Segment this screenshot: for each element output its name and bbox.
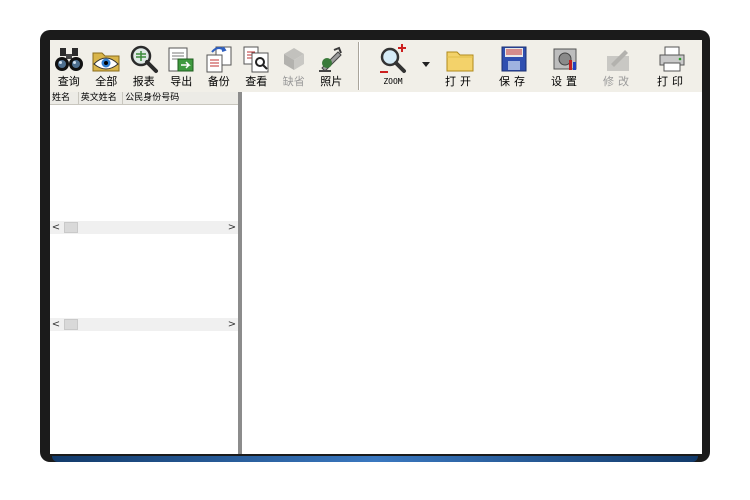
view-label: 查看 xyxy=(245,75,268,88)
default-icon xyxy=(283,48,304,70)
export-label: 导出 xyxy=(170,75,193,88)
settings-button[interactable]: 设置 xyxy=(542,40,590,92)
export-button[interactable]: 导出 xyxy=(163,40,201,92)
scroll-right-arrow[interactable]: > xyxy=(226,318,238,331)
backup-button[interactable]: 备份 xyxy=(200,40,238,92)
photo-button[interactable]: 照片 xyxy=(313,40,351,92)
zoom-label: ZOOM xyxy=(383,77,403,86)
records-panel: 姓名 英文姓名 公民身份号码 < > < > xyxy=(50,92,238,454)
details-horizontal-scrollbar[interactable]: < > xyxy=(50,318,238,331)
zoom-button[interactable]: ZOOM xyxy=(366,40,430,92)
scroll-thumb[interactable] xyxy=(64,222,78,233)
toolbar-group-data: 查询 全部 报表 导出 备份 查看 缺省 照片 xyxy=(50,40,355,92)
column-header-name[interactable]: 姓名 xyxy=(50,92,79,104)
preview-panel xyxy=(242,92,702,454)
zoom-in-icon xyxy=(380,44,406,73)
scroll-thumb[interactable] xyxy=(64,319,78,330)
modify-button[interactable]: 修改 xyxy=(594,40,642,92)
settings-icon xyxy=(553,48,577,70)
open-button[interactable]: 打开 xyxy=(436,40,484,92)
printer-icon xyxy=(659,46,685,72)
scroll-left-arrow[interactable]: < xyxy=(50,318,62,331)
app-window: 查询 全部 报表 导出 备份 查看 缺省 照片 ZOOM 打开 保存 设置 修改… xyxy=(40,30,710,462)
save-icon xyxy=(501,46,527,72)
edit-icon xyxy=(607,50,629,71)
toolbar-group-file: ZOOM 打开 保存 设置 修改 打印 xyxy=(366,40,702,92)
report-button[interactable]: 报表 xyxy=(125,40,163,92)
binoculars-icon xyxy=(54,48,83,71)
settings-label: 设置 xyxy=(551,75,581,88)
default-label: 缺省 xyxy=(282,75,305,88)
export-icon xyxy=(168,47,194,72)
open-label: 打开 xyxy=(445,75,475,88)
save-button[interactable]: 保存 xyxy=(490,40,538,92)
toolbar-separator xyxy=(358,42,359,90)
print-button[interactable]: 打印 xyxy=(648,40,696,92)
backup-icon xyxy=(206,46,232,73)
records-horizontal-scrollbar[interactable]: < > xyxy=(50,221,238,234)
magnifier-report-icon xyxy=(130,45,158,73)
scroll-left-arrow[interactable]: < xyxy=(50,221,62,234)
column-header-english-name[interactable]: 英文姓名 xyxy=(79,92,124,104)
query-button[interactable]: 查询 xyxy=(50,40,88,92)
main-content: 姓名 英文姓名 公民身份号码 < > < > xyxy=(50,92,702,454)
default-button[interactable]: 缺省 xyxy=(275,40,313,92)
zoom-dropdown-arrow[interactable] xyxy=(422,62,430,67)
print-label: 打印 xyxy=(657,75,687,88)
column-header-id-number[interactable]: 公民身份号码 xyxy=(123,92,238,104)
folder-open-icon xyxy=(446,51,474,72)
backup-label: 备份 xyxy=(207,75,230,88)
records-grid-header: 姓名 英文姓名 公民身份号码 xyxy=(50,92,238,105)
view-button[interactable]: 查看 xyxy=(238,40,276,92)
report-label: 报表 xyxy=(132,75,155,88)
scroll-right-arrow[interactable]: > xyxy=(226,221,238,234)
save-label: 保存 xyxy=(499,75,529,88)
toolbar: 查询 全部 报表 导出 备份 查看 缺省 照片 ZOOM 打开 保存 设置 修改… xyxy=(50,40,702,92)
photo-icon xyxy=(319,46,343,72)
query-label: 查询 xyxy=(57,75,80,88)
photo-label: 照片 xyxy=(320,75,343,88)
eye-folder-icon xyxy=(92,52,120,72)
show-all-label: 全部 xyxy=(95,75,118,88)
modify-label: 修改 xyxy=(603,75,633,88)
show-all-button[interactable]: 全部 xyxy=(88,40,126,92)
view-document-icon xyxy=(243,46,269,73)
